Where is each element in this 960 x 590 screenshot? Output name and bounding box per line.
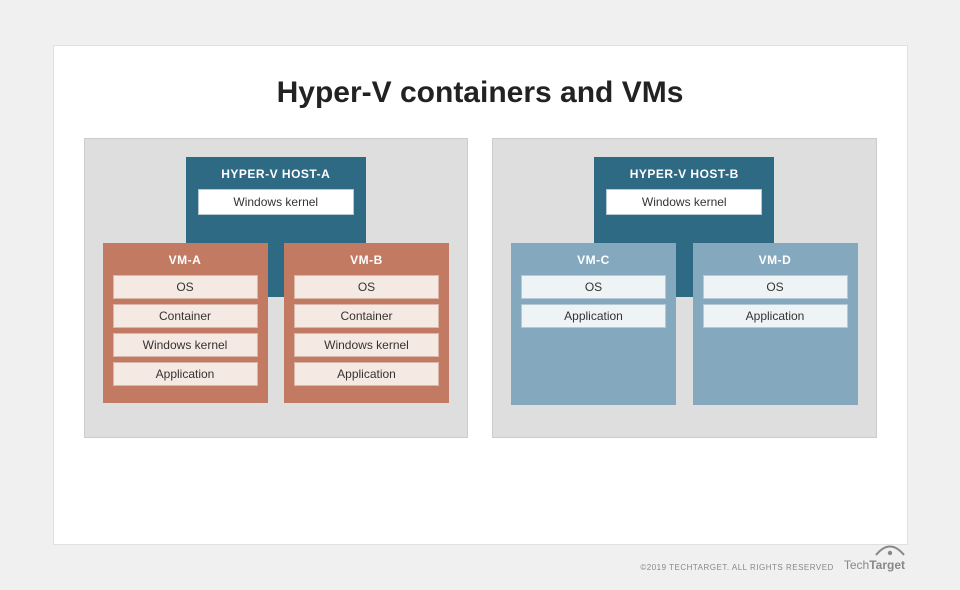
copyright-text: ©2019 TECHTARGET. ALL RIGHTS RESERVED [640,563,834,572]
vm-d-label: VM-D [703,253,848,275]
vm-a-row-2: Windows kernel [113,333,258,357]
panel-host-a: HYPER-V HOST-A Windows kernel VM-A OS Co… [84,138,469,438]
vm-a-row-3: Application [113,362,258,386]
vm-c-label: VM-C [521,253,666,275]
vm-a-label: VM-A [113,253,258,275]
host-b-vms: VM-C OS Application VM-D OS Application [493,243,876,405]
vm-c: VM-C OS Application [511,243,676,405]
vm-a-row-0: OS [113,275,258,299]
vm-b: VM-B OS Container Windows kernel Applica… [284,243,449,403]
eye-icon [875,544,905,556]
diagram-card: Hyper-V containers and VMs HYPER-V HOST-… [53,45,908,545]
vm-a: VM-A OS Container Windows kernel Applica… [103,243,268,403]
techtarget-logo: TechTarget [844,544,905,572]
vm-b-label: VM-B [294,253,439,275]
host-a-vms: VM-A OS Container Windows kernel Applica… [85,243,468,403]
panels-row: HYPER-V HOST-A Windows kernel VM-A OS Co… [84,138,877,438]
vm-d-row-1: Application [703,304,848,328]
vm-b-row-2: Windows kernel [294,333,439,357]
host-a-kernel: Windows kernel [198,189,354,215]
vm-b-row-3: Application [294,362,439,386]
diagram-title: Hyper-V containers and VMs [84,76,877,110]
vm-d-row-0: OS [703,275,848,299]
logo-prefix: Tech [844,558,869,572]
vm-d: VM-D OS Application [693,243,858,405]
vm-a-row-1: Container [113,304,258,328]
host-b-kernel: Windows kernel [606,189,762,215]
vm-c-row-1: Application [521,304,666,328]
logo-text: TechTarget [844,558,905,572]
host-a-block: HYPER-V HOST-A Windows kernel [186,157,366,227]
logo-suffix: Target [869,558,905,572]
host-a-label: HYPER-V HOST-A [186,167,366,189]
vm-b-row-1: Container [294,304,439,328]
panel-host-b: HYPER-V HOST-B Windows kernel VM-C OS Ap… [492,138,877,438]
vm-c-row-0: OS [521,275,666,299]
host-b-label: HYPER-V HOST-B [594,167,774,189]
footer: ©2019 TECHTARGET. ALL RIGHTS RESERVED Te… [640,544,905,572]
vm-b-row-0: OS [294,275,439,299]
host-b-block: HYPER-V HOST-B Windows kernel [594,157,774,227]
